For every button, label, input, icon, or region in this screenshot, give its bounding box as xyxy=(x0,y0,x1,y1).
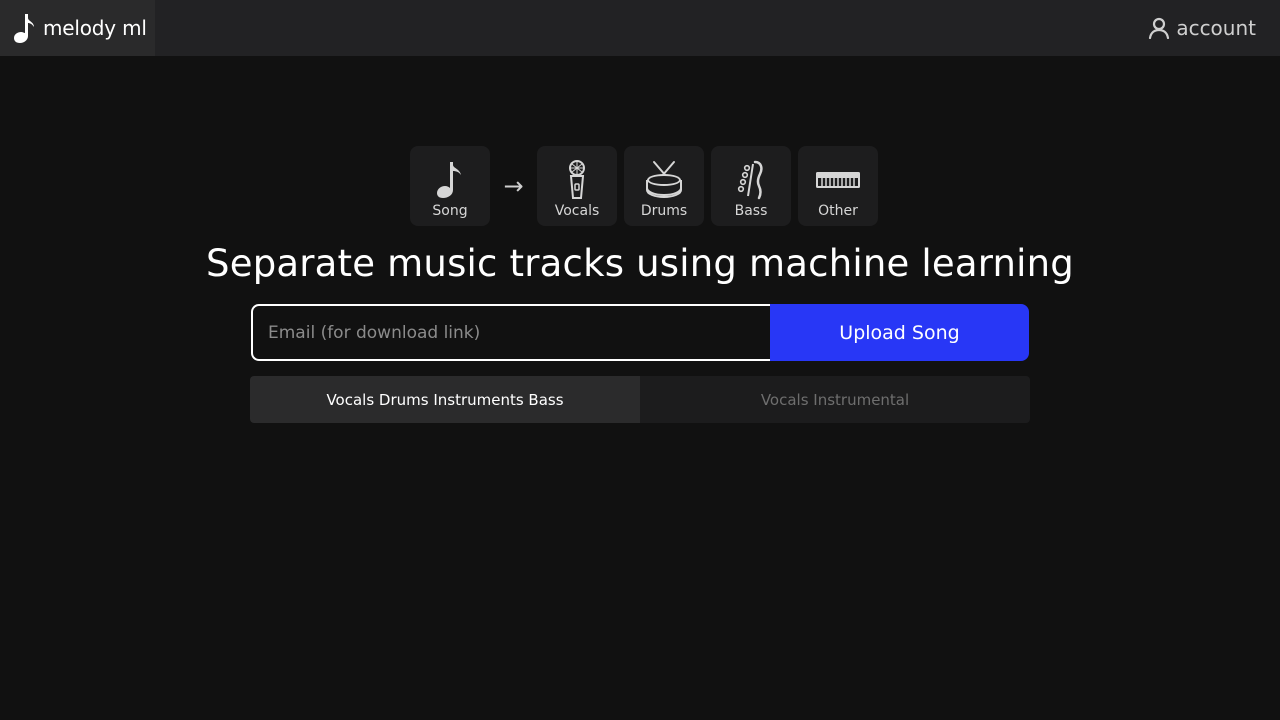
step-song-label: Song xyxy=(432,203,468,219)
step-bass: Bass xyxy=(711,146,791,226)
page-title: Separate music tracks using machine lear… xyxy=(206,242,1074,285)
account-link[interactable]: account xyxy=(1148,0,1256,56)
music-note-icon xyxy=(14,14,34,43)
drum-icon xyxy=(646,161,682,199)
microphone-icon xyxy=(569,160,585,199)
keyboard-icon xyxy=(816,172,860,188)
separation-mode-toggle: Vocals Drums Instruments Bass Vocals Ins… xyxy=(250,376,1030,423)
bass-guitar-icon xyxy=(737,160,763,200)
step-bass-label: Bass xyxy=(734,203,768,219)
step-drums-label: Drums xyxy=(640,203,688,219)
email-field[interactable] xyxy=(251,304,770,361)
brand-name: melody ml xyxy=(43,16,147,40)
step-drums: Drums xyxy=(624,146,704,226)
top-nav-bar: melody ml account xyxy=(0,0,1280,56)
mode-option-four-stems[interactable]: Vocals Drums Instruments Bass xyxy=(250,376,640,423)
user-icon xyxy=(1149,17,1170,39)
step-other: Other xyxy=(798,146,878,226)
separation-diagram: Song → Vocals Drums Bass Other xyxy=(410,146,878,226)
mode-option-two-stems[interactable]: Vocals Instrumental xyxy=(640,376,1030,423)
step-vocals: Vocals xyxy=(537,146,617,226)
brand-logo-link[interactable]: melody ml xyxy=(0,0,155,56)
upload-song-button[interactable]: Upload Song xyxy=(770,304,1029,361)
arrow-right-icon: → xyxy=(503,172,524,200)
account-label: account xyxy=(1176,16,1256,40)
music-note-icon xyxy=(437,162,461,198)
upload-form: Upload Song xyxy=(251,304,1029,361)
step-song: Song xyxy=(410,146,490,226)
step-other-label: Other xyxy=(818,203,858,219)
step-vocals-label: Vocals xyxy=(554,203,600,219)
